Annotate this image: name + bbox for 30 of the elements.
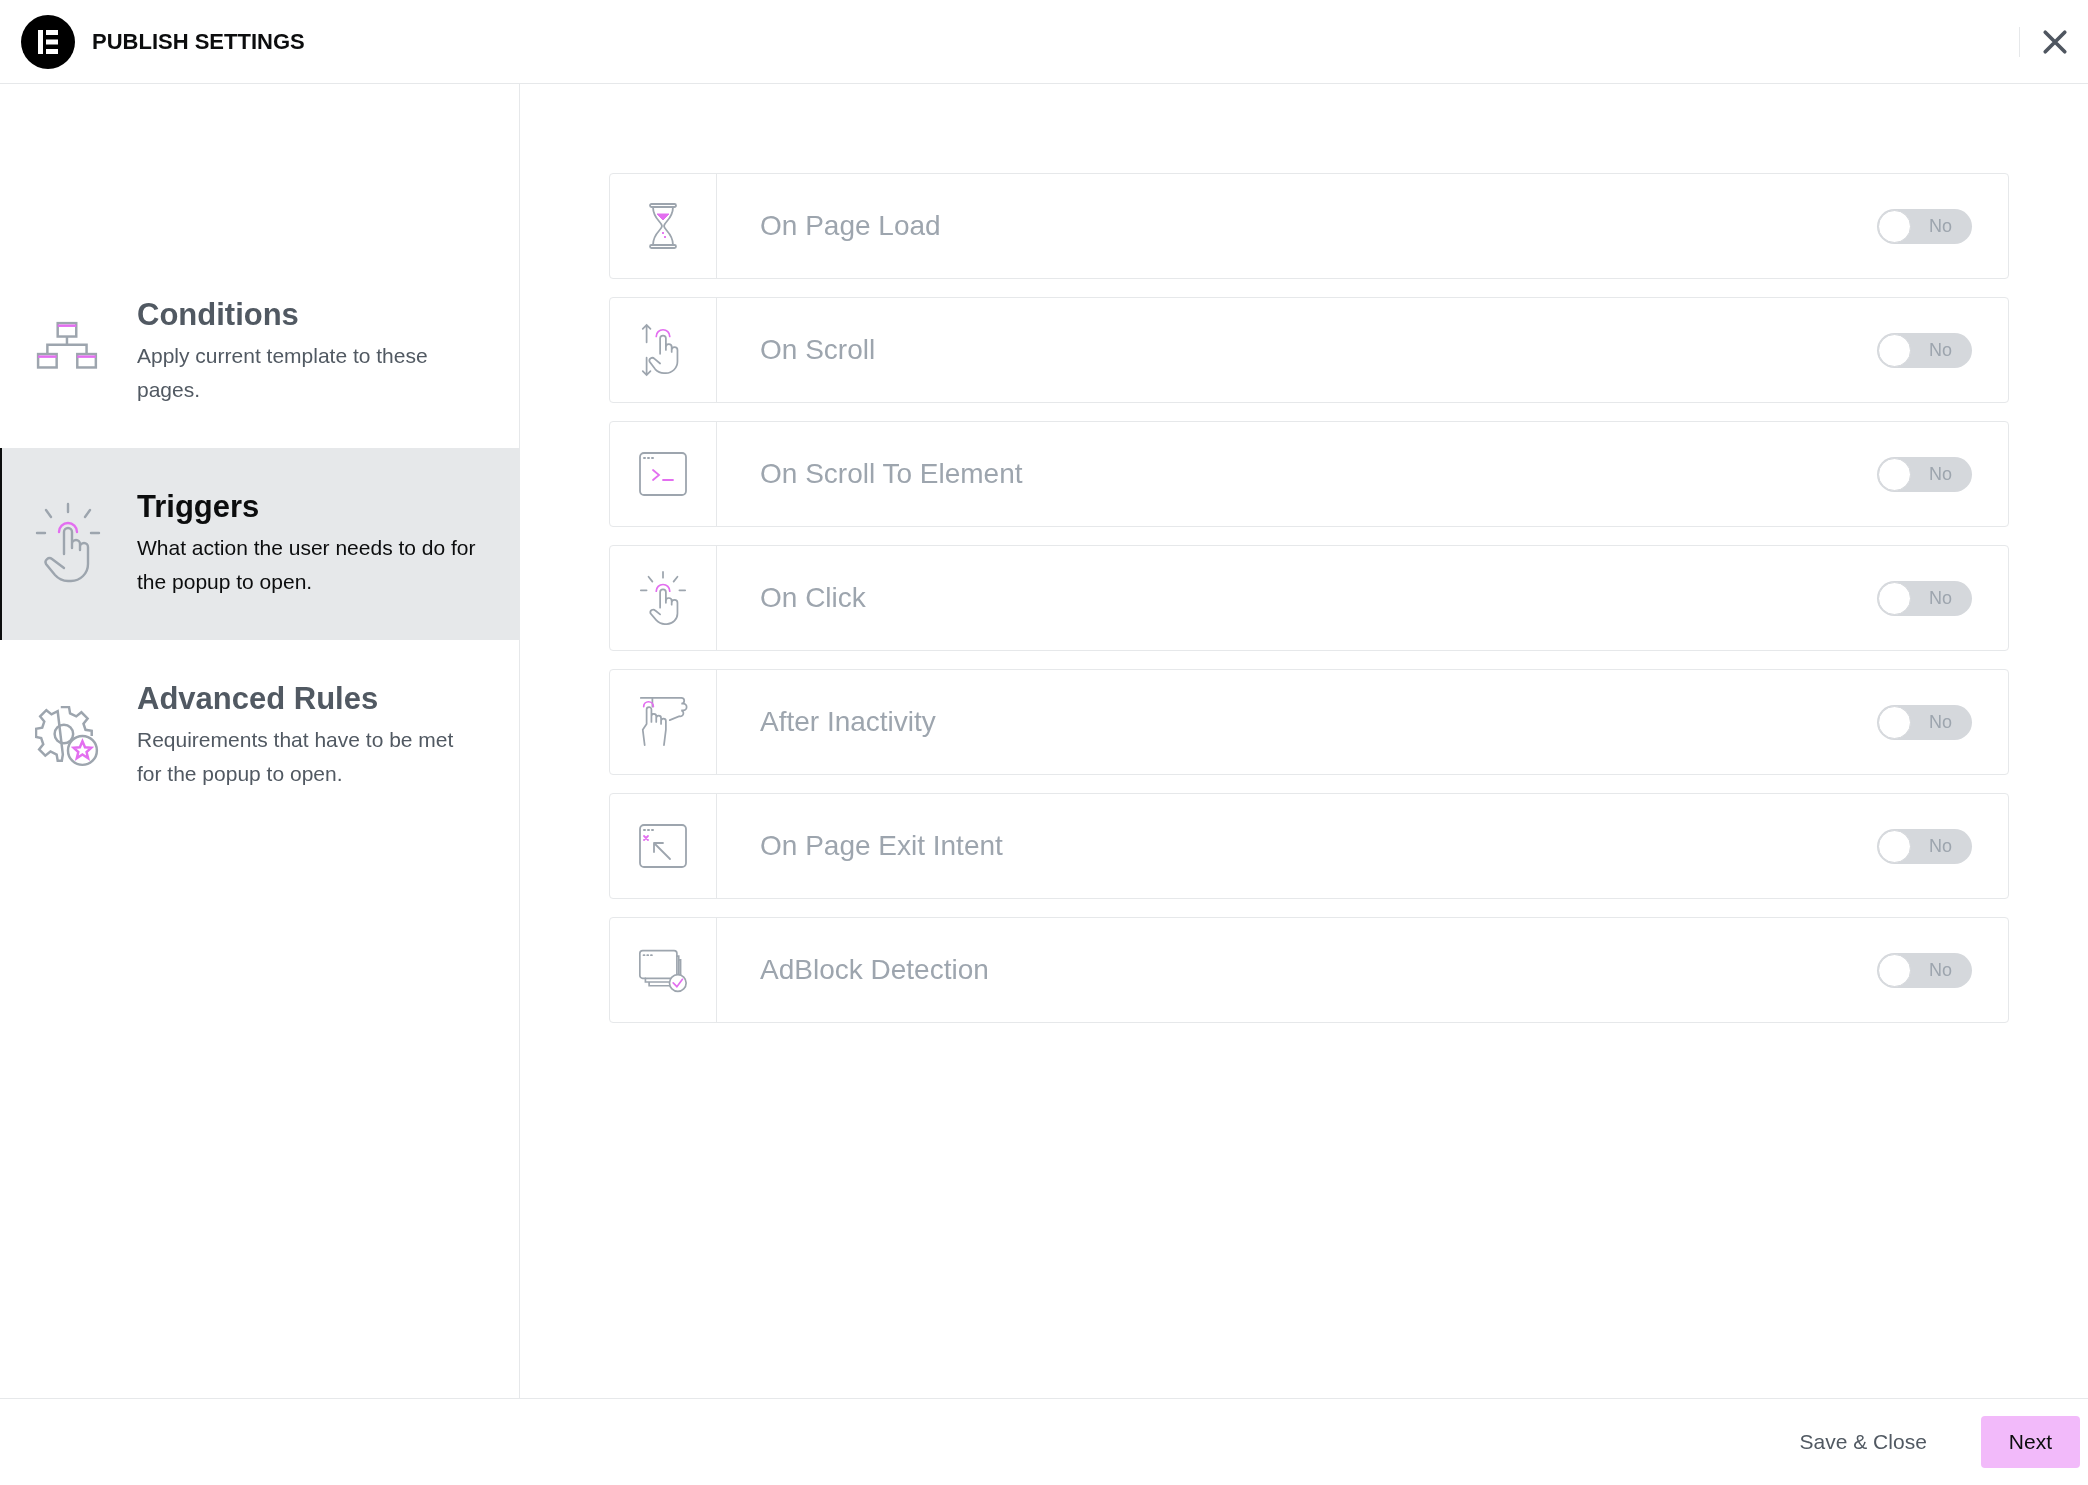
trigger-label: On Click (760, 582, 867, 614)
next-button[interactable]: Next (1980, 1416, 2080, 1468)
toggle-switch[interactable]: No (1877, 704, 1972, 740)
toggle-switch[interactable]: No (1877, 828, 1972, 864)
trigger-label: On Scroll (760, 334, 877, 366)
trigger-label: On Page Exit Intent (760, 830, 1004, 862)
sidebar-item-description: Requirements that have to be met for the popup to open. (137, 727, 455, 787)
toggle-switch[interactable]: No (1877, 208, 1972, 244)
pointer-hand-icon (638, 571, 688, 625)
sidebar-item-title: Triggers (137, 489, 261, 525)
trigger-label: On Page Load (760, 210, 942, 242)
hand-watch-icon (638, 695, 688, 749)
sidebar-item[interactable]: Advanced Rules Requirements that have to be met for the popup to open. (0, 640, 519, 832)
sidebar-item-title: Conditions (137, 297, 300, 333)
trigger-label: After Inactivity (760, 706, 937, 738)
toggle-switch[interactable]: No (1877, 456, 1972, 492)
gear-star-icon (35, 703, 101, 769)
trigger-label: AdBlock Detection (760, 954, 990, 986)
save-close-button[interactable]: Save & Close (1769, 1416, 1957, 1468)
dialog-title: PUBLISH SETTINGS (92, 28, 305, 55)
sidebar-item-title: Advanced Rules (137, 681, 380, 717)
toggle-switch[interactable]: No (1877, 332, 1972, 368)
sidebar-item[interactable]: Conditions Apply current template to these pages. (0, 256, 519, 448)
logo-icon (21, 14, 75, 69)
toggle-switch[interactable]: No (1877, 952, 1972, 988)
toggle-switch[interactable]: No (1877, 580, 1972, 616)
sidebar-item-description: Apply current template to these pages. (137, 343, 429, 403)
sidebar-item[interactable]: Triggers What action the user needs to do for the popup to open. (0, 448, 519, 640)
sidebar-item-description: What action the user needs to do for the popup to open. (137, 535, 477, 595)
trigger-label: On Scroll To Element (760, 458, 1024, 490)
